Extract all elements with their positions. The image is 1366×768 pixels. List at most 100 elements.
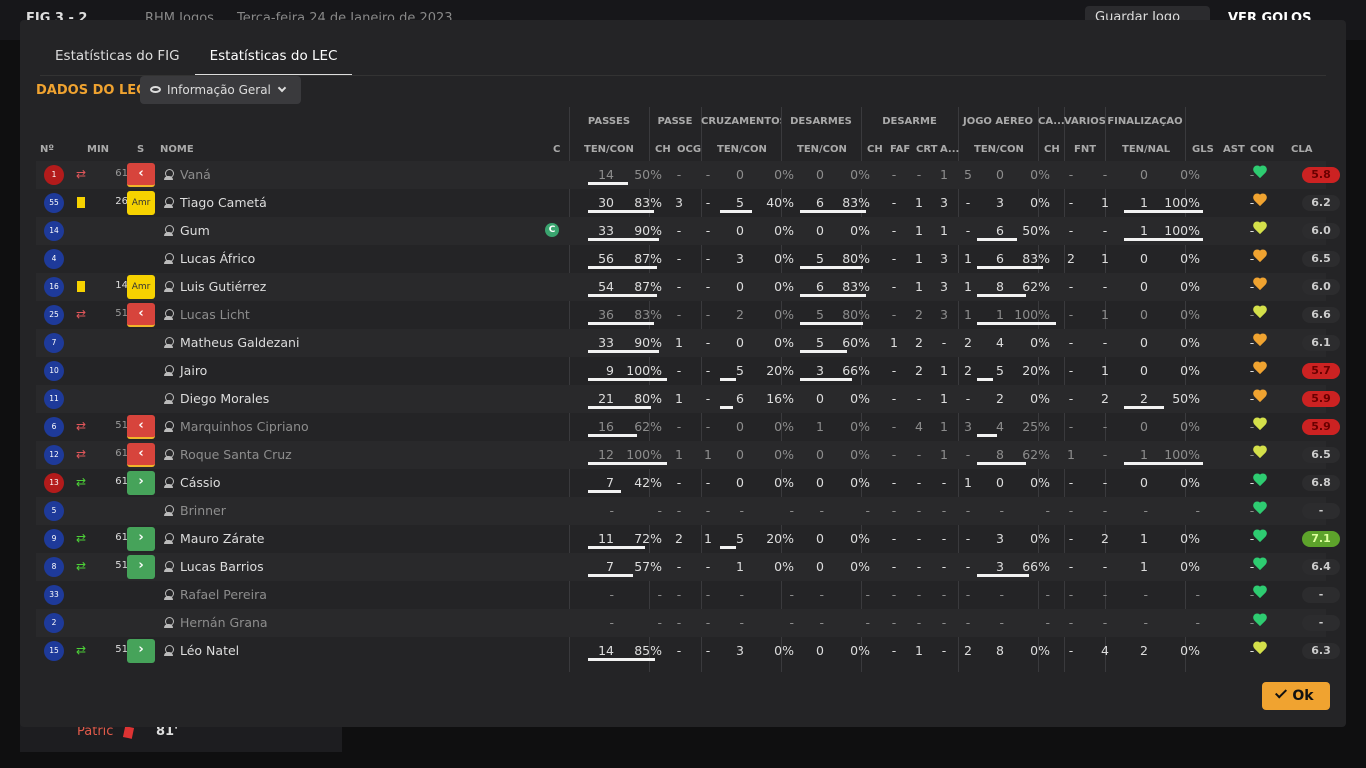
col-header-name[interactable]: NOME (160, 144, 194, 155)
table-row[interactable]: 15 ⇄ 51 › Léo Natel 14 85% - -3 0% 0 0% -1-2 8 0% -4 2 0%… (36, 637, 1340, 665)
passes-ratio-bar (588, 658, 655, 661)
col-header-min[interactable]: MIN (87, 144, 109, 155)
table-row[interactable]: 25 ⇄ 51 ‹ Lucas Licht 36 83% - -2 0% 5 80% -2 3 1 1 100%… (36, 301, 1340, 329)
col-header-fnt[interactable]: FNT (1074, 144, 1096, 155)
player-name[interactable]: Jairo (180, 363, 207, 378)
player-name[interactable]: Gum (180, 223, 210, 238)
tab-lec-stats[interactable]: Estatísticas do LEC (194, 42, 353, 76)
passe-ch-value: - (676, 503, 682, 518)
col-header-passe-ocg[interactable]: OCG (677, 144, 701, 155)
col-header-aereo[interactable]: TEN/CON (974, 144, 1024, 155)
col-header-ast[interactable]: AST (1223, 144, 1245, 155)
player-name[interactable]: Roque Santa Cruz (180, 447, 292, 462)
varios-fnt-value: - (1102, 419, 1108, 434)
passe-ch-value: - (676, 307, 682, 322)
player-profile-icon (164, 253, 174, 264)
col-header-des-faf[interactable]: FAF (890, 144, 910, 155)
passes-percent: 83% (634, 307, 662, 322)
shirt-number-icon: 2 (44, 613, 64, 633)
player-name[interactable]: Lucas Barrios (180, 559, 264, 574)
condition-heart-icon (1253, 390, 1267, 404)
player-name[interactable]: Diego Morales (180, 391, 269, 406)
col-header-gls[interactable]: GLS (1192, 144, 1214, 155)
crosses-count: 5 (736, 531, 744, 546)
player-name[interactable]: Lucas Áfrico (180, 251, 255, 266)
table-row[interactable]: 6 ⇄ 51 ‹ Marquinhos Cipriano 16 62% - -0 0% 1 0% -4 1… (36, 413, 1340, 441)
group-header-jogo-aereo: JOGO AÉREO (962, 116, 1033, 127)
col-header-s[interactable]: S (137, 144, 144, 155)
player-profile-icon (164, 477, 174, 488)
group-header-ca: CA... (1038, 116, 1064, 127)
table-row[interactable]: 4 Lucas Áfrico 56 87% - -3 0% 5 80% -1 3 1 6 83% 2 1 0 0%… (36, 245, 1340, 273)
player-name[interactable]: Luis Gutiérrez (180, 279, 266, 294)
player-rating: - (1302, 503, 1340, 519)
tackles-ratio-bar (800, 350, 847, 353)
player-name[interactable]: Vaná (180, 167, 211, 182)
table-row[interactable]: 33 Rafael Pereira - - - - - - - - - - - - - - - - - - - - (36, 581, 1340, 609)
substitution-icon: ⇄ (76, 475, 87, 489)
passes-ratio-bar (588, 462, 667, 465)
col-header-cla[interactable]: CLA (1291, 144, 1312, 155)
condition-heart-icon (1253, 586, 1267, 600)
col-header-passe-ch[interactable]: CH (655, 144, 671, 155)
passe-ch-value: 1 (675, 391, 683, 406)
ok-button[interactable]: Ok (1262, 682, 1330, 710)
col-header-passes[interactable]: TEN/CON (584, 144, 634, 155)
player-rating: 5.7 (1302, 363, 1340, 379)
col-header-des-crt[interactable]: CRT (916, 144, 937, 155)
col-header-des-ch[interactable]: CH (867, 144, 883, 155)
table-row[interactable]: 55 26 Amr Tiago Cametá 30 83% 3-5 40% 6 83% -1 3-3 0… (36, 189, 1340, 217)
tab-fig-stats[interactable]: Estatísticas do FIG (40, 42, 195, 76)
passes-percent: 90% (634, 335, 662, 350)
desarme-faf-value: 1 (915, 643, 923, 658)
check-icon (1275, 686, 1288, 699)
crosses-count: 0 (736, 223, 744, 238)
table-row[interactable]: 7 Matheus Galdezani 33 90% 1-0 0% 5 60% 1 2-2 4 0% -… (36, 329, 1340, 357)
player-name[interactable]: Rafael Pereira (180, 587, 267, 602)
passes-count: 9 (606, 363, 614, 378)
col-header-cruz[interactable]: TEN/CON (717, 144, 767, 155)
player-name[interactable]: Hernán Grana (180, 615, 268, 630)
varios-fnt-value: - (1102, 279, 1108, 294)
player-name[interactable]: Mauro Zárate (180, 531, 264, 546)
desarme-faf-value: 1 (915, 251, 923, 266)
table-row[interactable]: 11 Diego Morales 21 80% 1-6 16% 0 0% - -1-2 0% -2 2 5… (36, 385, 1340, 413)
table-row[interactable]: 1 ⇄ 61 ‹ Vaná 14 50% - -0 0% 0 0% - -1 5 0 0% - -0 0% -5.8 (36, 161, 1340, 189)
table-row[interactable]: 8 ⇄ 51 › Lucas Barrios 7 57% - -1 0% 0 0% - - - -3 66% - -… (36, 553, 1340, 581)
player-name[interactable]: Marquinhos Cipriano (180, 419, 309, 434)
passes-percent: 87% (634, 279, 662, 294)
minutes-played: 61 (115, 168, 128, 179)
passes-percent: - (657, 503, 662, 518)
col-header-desarmes[interactable]: TEN/CON (797, 144, 847, 155)
player-name[interactable]: Lucas Licht (180, 307, 250, 322)
passes-percent: 90% (634, 223, 662, 238)
col-header-des-a[interactable]: A... (940, 144, 959, 155)
crosses-percent: - (789, 615, 794, 630)
table-row[interactable]: 10 Jairo 9 100% - -5 20% 3 66% -2 1 2 5 20% -1 0 0% -5.7 (36, 357, 1340, 385)
player-name[interactable]: Tiago Cametá (180, 195, 267, 210)
col-header-c[interactable]: C (553, 144, 560, 155)
finishing-count: 0 (1140, 419, 1148, 434)
table-row[interactable]: 13 ⇄ 61 › Cássio 7 42% - -0 0% 0 0% - - -1 0 0% - -0 0% -6.8 (36, 469, 1340, 497)
table-row[interactable]: 14 Gum C 33 90% - -0 0% 0 0% -1 1-6 50% - -1 100% -6.0 (36, 217, 1340, 245)
desarme-crt-value: - (941, 559, 947, 574)
ca-ch-value: - (1068, 559, 1074, 574)
table-row[interactable]: 12 ⇄ 61 ‹ Roque Santa Cruz 12 100% 1 1 0 0% 0 0% - -1-… (36, 441, 1340, 469)
col-header-num[interactable]: Nº (40, 144, 54, 155)
table-row[interactable]: 2 Hernán Grana - - - - - - - - - - - - - - - - - - - - (36, 609, 1340, 637)
crosses-percent: 0% (774, 419, 794, 434)
player-name[interactable]: Brinner (180, 503, 226, 518)
player-name[interactable]: Léo Natel (180, 643, 239, 658)
col-header-fin[interactable]: TEN/NAL (1122, 144, 1170, 155)
table-row[interactable]: 5 Brinner - - - - - - - - - - - - - - - - - - - - (36, 497, 1340, 525)
table-row[interactable]: 9 ⇄ 61 › Mauro Zárate 11 72% 2 1 5 20% 0 0% - - - -3 0% -2… (36, 525, 1340, 553)
col-header-con[interactable]: CON (1250, 144, 1274, 155)
passes-percent: 100% (626, 447, 662, 462)
col-header-ca-ch[interactable]: CH (1044, 144, 1060, 155)
table-row[interactable]: 16 14 Amr Luis Gutiérrez 54 87% - -0 0% 6 83% -1 3 1 8… (36, 273, 1340, 301)
player-name[interactable]: Cássio (180, 475, 221, 490)
aerial-percent: 62% (1022, 447, 1050, 462)
view-dropdown[interactable]: Informação Geral (140, 76, 301, 104)
player-name[interactable]: Matheus Galdezani (180, 335, 299, 350)
finishing-count: 0 (1140, 307, 1148, 322)
